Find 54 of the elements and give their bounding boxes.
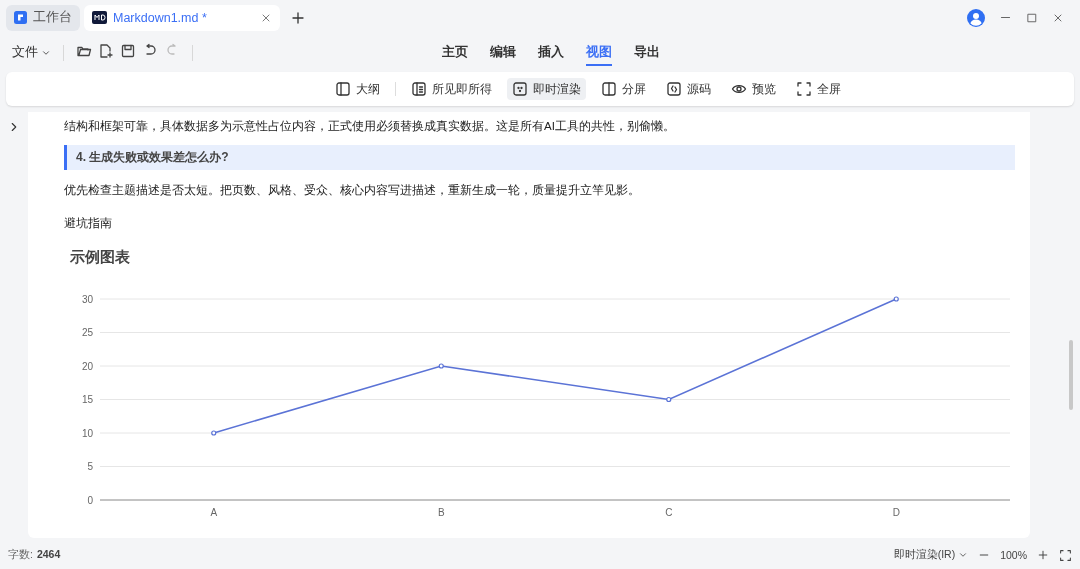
ribbon-tab[interactable]: 导出	[634, 39, 660, 66]
fullscreen-icon	[795, 81, 812, 97]
y-tick-label: 25	[81, 327, 93, 338]
data-point	[211, 430, 217, 436]
data-point	[438, 363, 444, 369]
chevron-down-icon	[958, 550, 969, 560]
window-tab[interactable]: Markdown1.md *	[84, 4, 280, 31]
view-mode-button[interactable]: 预览	[725, 78, 781, 100]
ribbon-tab[interactable]: 主页	[442, 39, 468, 66]
zoom-level: 100%	[1000, 549, 1027, 561]
app-logo-icon	[14, 11, 27, 24]
heading: 4. 生成失败或效果差怎么办?	[64, 145, 1015, 170]
data-point	[666, 396, 672, 403]
y-tick-label: 15	[81, 394, 93, 405]
view-mode-button[interactable]: 全屏	[790, 78, 846, 100]
sidebar-icon	[334, 81, 351, 97]
ribbon-tab[interactable]: 插入	[538, 39, 564, 66]
document-icon	[410, 81, 427, 97]
zoom-in-icon	[1037, 549, 1049, 561]
mode-dropdown[interactable]: 即时渲染(IR)	[893, 548, 969, 562]
window-tab[interactable]: 工作台	[6, 4, 80, 31]
new-file-icon	[98, 42, 114, 59]
y-tick-label: 30	[81, 293, 93, 305]
file-menu[interactable]: 文件	[12, 44, 51, 61]
code-icon	[665, 81, 682, 97]
split-icon	[600, 81, 617, 97]
maximize-icon	[1026, 11, 1038, 24]
avatar-icon[interactable]	[967, 8, 985, 27]
view-mode-button[interactable]: 即时渲染	[506, 78, 586, 100]
paragraph: 结构和框架可靠，具体数据多为示意性占位内容，正式使用必须替换成真实数据。这是所有AI工具的共性，别偷懒。	[64, 119, 676, 134]
x-tick-label: D	[892, 507, 900, 518]
fullscreen-icon	[1059, 548, 1072, 562]
render-icon	[511, 81, 528, 97]
ribbon-tab[interactable]: 编辑	[490, 39, 516, 66]
view-mode-button[interactable]: 分屏	[595, 78, 651, 100]
view-mode-button[interactable]: 所见即所得	[405, 78, 497, 100]
word-count: 字数: 2464	[8, 548, 61, 562]
save-icon	[120, 42, 136, 59]
x-tick-label: C	[665, 507, 673, 518]
markdown-file-icon	[92, 11, 107, 24]
view-mode-button[interactable]: 源码	[660, 78, 716, 100]
chart-title: 示例图表	[70, 248, 131, 267]
paragraph: 优先检查主题描述是否太短。把页数、风格、受众、核心内容写进描述，重新生成一轮，质量提升立竿见影。	[64, 183, 641, 198]
x-tick-label: B	[437, 507, 445, 518]
y-tick-label: 10	[81, 427, 93, 439]
x-tick-label: A	[210, 507, 218, 518]
ribbon-tab[interactable]: 视图	[586, 39, 612, 66]
view-mode-button[interactable]: 大纲	[329, 78, 385, 100]
y-tick-label: 0	[87, 494, 93, 506]
data-point	[893, 296, 899, 302]
paragraph: 避坑指南	[64, 216, 113, 231]
scrollbar[interactable]	[1069, 340, 1073, 410]
y-tick-label: 20	[81, 360, 93, 372]
y-tick-label: 5	[87, 461, 93, 472]
